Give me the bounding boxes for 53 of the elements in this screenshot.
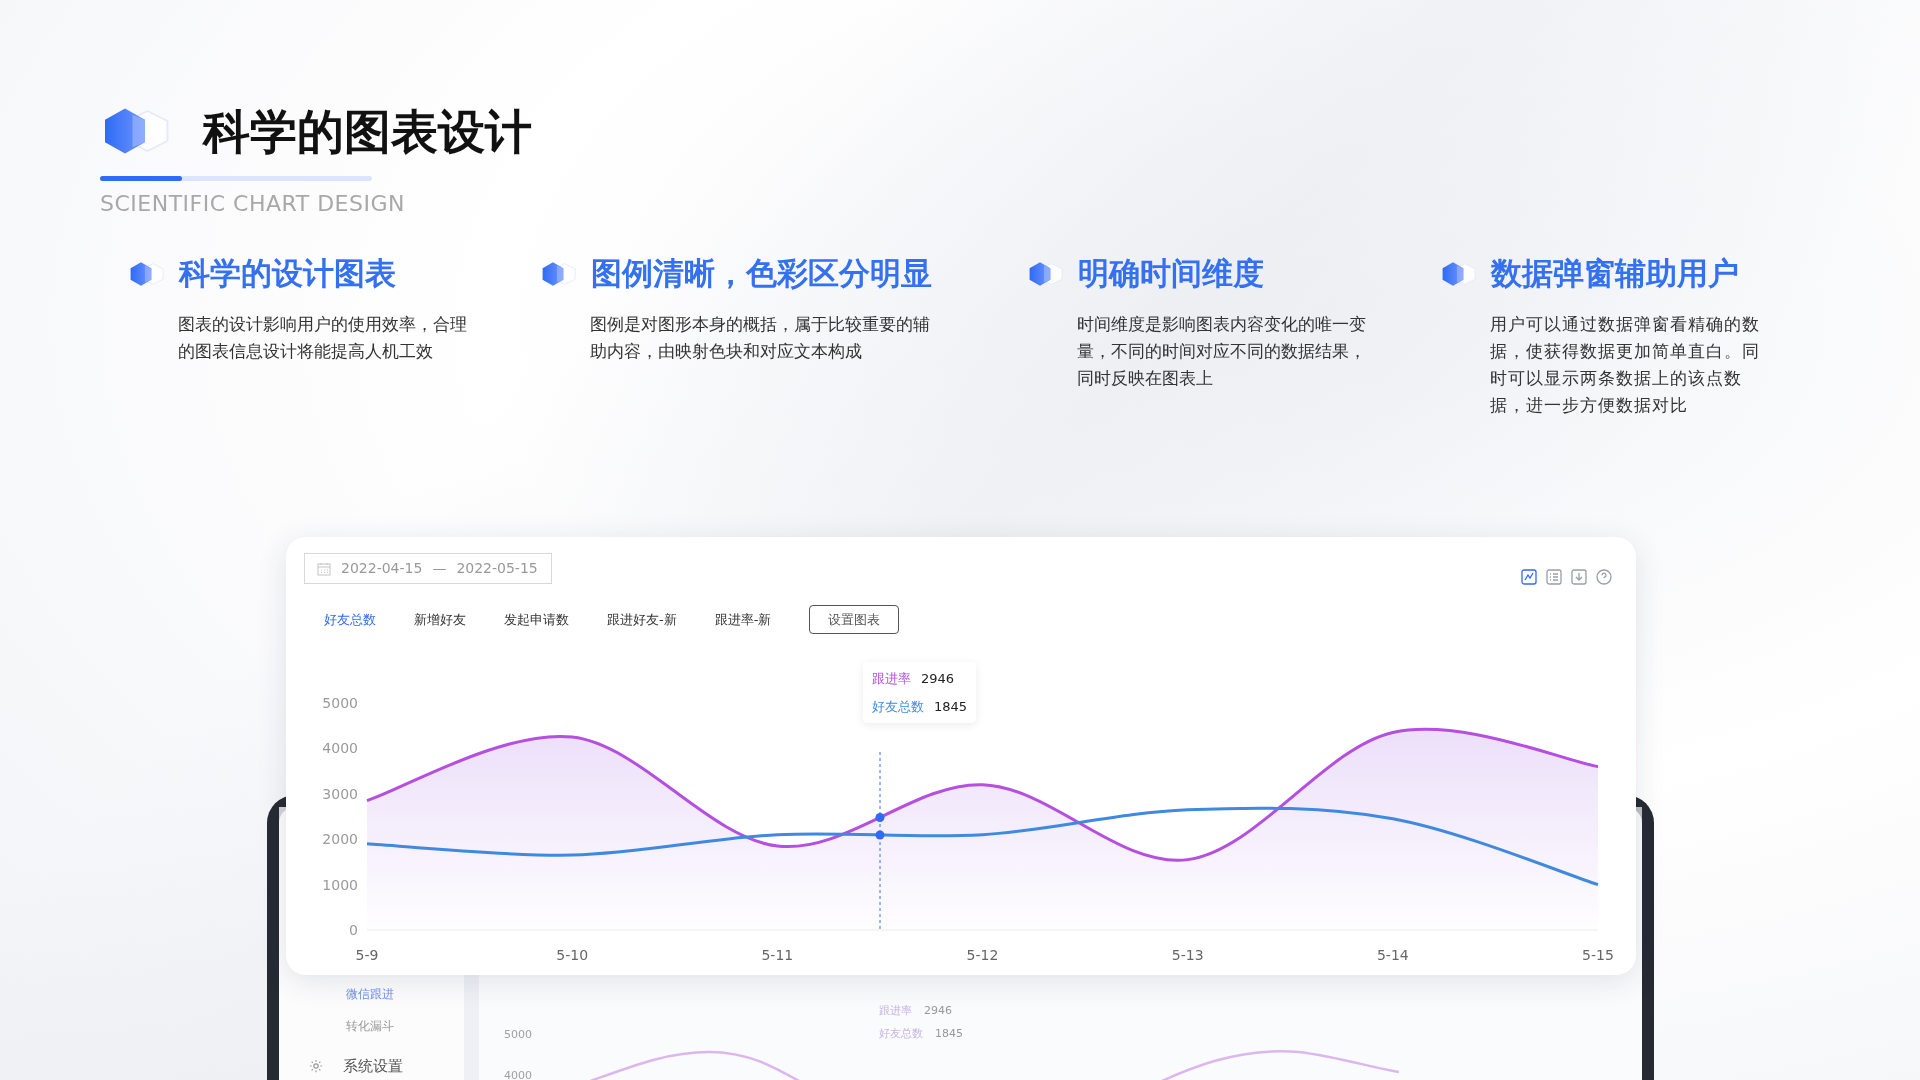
tooltip-label: 好友总数 [872, 697, 924, 716]
hexagon-icon [1440, 260, 1479, 287]
feature-title: 图例清晰，色彩区分明显 [591, 258, 932, 289]
x-axis-label: 5-14 [1376, 947, 1409, 963]
chart-tab[interactable]: 跟进率-新 [714, 609, 772, 630]
hexagon-icon [128, 260, 167, 287]
x-axis-label: 5-12 [966, 947, 999, 963]
tooltip-value: 1845 [934, 697, 968, 716]
feature-description: 时间维度是影响图表内容变化的唯一变量，不同的时间对应不同的数据结果，同时反映在图表上 [1077, 313, 1367, 390]
sidebar-item[interactable]: 系统设置 [343, 1055, 403, 1078]
chart-settings-button[interactable]: 设置图表 [809, 605, 900, 634]
y-axis-label: 5000 [504, 1027, 532, 1043]
x-axis-label: 5-9 [355, 947, 379, 963]
page-subtitle: SCIENTIFIC CHART DESIGN [100, 190, 406, 218]
hexagon-icon [540, 260, 579, 287]
y-axis-label: 4000 [504, 1067, 532, 1080]
x-axis-label: 5-13 [1171, 947, 1204, 963]
chart-tab[interactable]: 好友总数 [324, 609, 376, 630]
hexagon-icon [1027, 260, 1066, 287]
feature-description: 图例是对图形本身的概括，属于比较重要的辅助内容，由映射色块和对应文本构成 [590, 313, 931, 363]
y-axis-label: 3000 [322, 785, 358, 802]
x-axis-label: 5-11 [761, 947, 794, 963]
download-icon[interactable] [1571, 569, 1587, 585]
list-icon[interactable] [1546, 569, 1562, 585]
start-date: 2022-04-15 [341, 559, 423, 578]
y-axis-label: 1000 [322, 876, 358, 893]
tooltip-label: 好友总数 [879, 1025, 923, 1042]
date-separator: — [432, 559, 447, 578]
feature-title: 明确时间维度 [1078, 258, 1264, 289]
help-icon[interactable] [1596, 569, 1612, 585]
feature-title: 数据弹窗辅助用户 [1491, 258, 1739, 289]
feature-description: 图表的设计影响用户的使用效率，合理的图表信息设计将能提高人机工效 [178, 313, 468, 363]
chart-tab[interactable]: 跟进好友-新 [607, 609, 677, 630]
feature-title: 科学的设计图表 [179, 258, 396, 289]
tooltip-value: 1845 [935, 1025, 963, 1042]
calendar-icon [317, 561, 331, 576]
x-axis-label: 5-15 [1582, 947, 1614, 963]
line-chart-icon[interactable] [1521, 569, 1537, 585]
chart-tab[interactable]: 新增好友 [414, 609, 466, 630]
page-title: 科学的图表设计 [203, 107, 532, 155]
x-axis-label: 5-10 [556, 947, 589, 963]
end-date: 2022-05-15 [456, 559, 538, 578]
y-axis-label: 5000 [322, 695, 358, 711]
feature-description: 用户可以通过数据弹窗看精确的数据，使获得数据更加简单直白。同时可以显示两条数据上的该点数据，进一步方便数据对比 [1490, 313, 1761, 417]
y-axis-label: 0 [349, 922, 358, 938]
tooltip-label: 跟进率 [879, 1003, 912, 1019]
y-axis-label: 4000 [322, 740, 358, 757]
chart-tab[interactable]: 发起申请数 [504, 609, 569, 630]
y-axis-label: 2000 [322, 831, 358, 848]
tooltip-label: 跟进率 [872, 670, 911, 688]
tooltip-value: 2946 [924, 1003, 952, 1019]
gear-icon [309, 1059, 323, 1074]
tooltip-value: 2946 [921, 670, 955, 688]
